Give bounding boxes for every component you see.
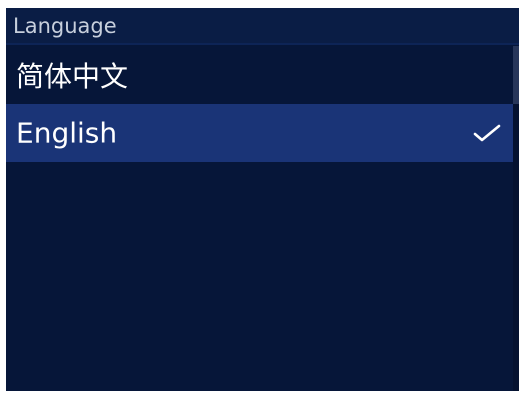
header-bar: Language xyxy=(6,8,519,45)
check-icon xyxy=(473,124,501,142)
scrollbar-thumb[interactable] xyxy=(513,46,519,104)
language-item-label: 简体中文 xyxy=(16,60,129,93)
language-list: 简体中文 English xyxy=(6,46,513,162)
page-title: Language xyxy=(13,14,117,38)
language-screen: Language 简体中文 English xyxy=(6,8,519,391)
language-item-english[interactable]: English xyxy=(6,104,513,162)
language-item-simplified-chinese[interactable]: 简体中文 xyxy=(6,46,513,104)
language-item-label: English xyxy=(16,116,118,150)
scrollbar[interactable] xyxy=(513,46,519,391)
